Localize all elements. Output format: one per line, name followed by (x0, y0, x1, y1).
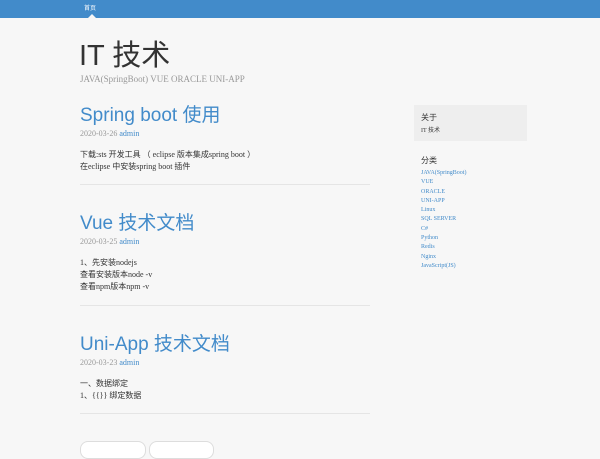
category-link[interactable]: UNI-APP (421, 197, 466, 206)
category-link[interactable]: JavaScript(JS) (421, 262, 466, 271)
pager-previous-button[interactable] (80, 441, 146, 459)
category-link[interactable]: Nginx (421, 253, 466, 262)
post-excerpt-line: 查看安装版本node -v (80, 270, 153, 279)
post-entry: Vue 技术文档 2020-03-25 admin 1、先安装nodejs 查看… (80, 212, 370, 306)
category-link[interactable]: ORACLE (421, 188, 466, 197)
post-excerpt: 下载:sts 开发工具 （ eclipse 版本集成spring boot ） … (80, 149, 370, 182)
category-link[interactable]: C# (421, 225, 466, 234)
post-meta: 2020-03-26 admin (80, 129, 370, 138)
about-text: IT 技术 (421, 128, 441, 134)
about-module: 关于 IT 技术 (414, 105, 527, 141)
post-date: 2020-03-25 (80, 237, 118, 246)
post-author-link[interactable]: admin (119, 358, 139, 367)
about-title: 关于 (421, 113, 437, 122)
post-date: 2020-03-26 (80, 129, 118, 138)
post-entry: Uni-App 技术文档 2020-03-23 admin 一、数据绑定 1、{… (80, 333, 370, 414)
post-excerpt: 一、数据绑定 1、{{}} 绑定数据 (80, 378, 370, 411)
category-link[interactable]: SQL SERVER (421, 215, 466, 224)
category-link[interactable]: Redis (421, 243, 466, 252)
post-excerpt-line: 在eclipse 中安装spring boot 插件 (80, 162, 191, 171)
categories-list: JAVA(SpringBoot) VUE ORACLE UNI-APP Linu… (421, 169, 466, 271)
post-excerpt-line: 1、先安装nodejs (80, 258, 137, 267)
post-meta: 2020-03-23 admin (80, 358, 370, 367)
post-entry: Spring boot 使用 2020-03-26 admin 下载:sts 开… (80, 104, 370, 185)
active-nav-caret-icon (88, 14, 96, 18)
category-link[interactable]: VUE (421, 178, 466, 187)
categories-title: 分类 (421, 156, 437, 165)
post-title[interactable]: Uni-App 技术文档 (80, 333, 370, 357)
post-author-link[interactable]: admin (119, 237, 139, 246)
post-excerpt-line: 1、{{}} 绑定数据 (80, 391, 142, 400)
blog-description: JAVA(SpringBoot) VUE ORACLE UNI-APP (80, 74, 245, 84)
pager-next-button[interactable] (149, 441, 214, 459)
post-excerpt-line: 查看npm版本npm -v (80, 282, 150, 291)
category-link[interactable]: JAVA(SpringBoot) (421, 169, 466, 178)
post-date: 2020-03-23 (80, 358, 118, 367)
post-excerpt-line: 一、数据绑定 (80, 379, 128, 388)
category-link[interactable]: Linux (421, 206, 466, 215)
post-meta: 2020-03-25 admin (80, 237, 370, 246)
post-title[interactable]: Vue 技术文档 (80, 212, 370, 236)
blog-title[interactable]: IT 技术 (79, 38, 170, 74)
post-author-link[interactable]: admin (119, 129, 139, 138)
category-link[interactable]: Python (421, 234, 466, 243)
post-excerpt: 1、先安装nodejs 查看安装版本node -v 查看npm版本npm -v (80, 257, 370, 302)
post-excerpt-line: 下载:sts 开发工具 （ eclipse 版本集成spring boot ） (80, 150, 256, 159)
post-title[interactable]: Spring boot 使用 (80, 104, 370, 128)
top-navbar: 首页 (0, 0, 600, 18)
